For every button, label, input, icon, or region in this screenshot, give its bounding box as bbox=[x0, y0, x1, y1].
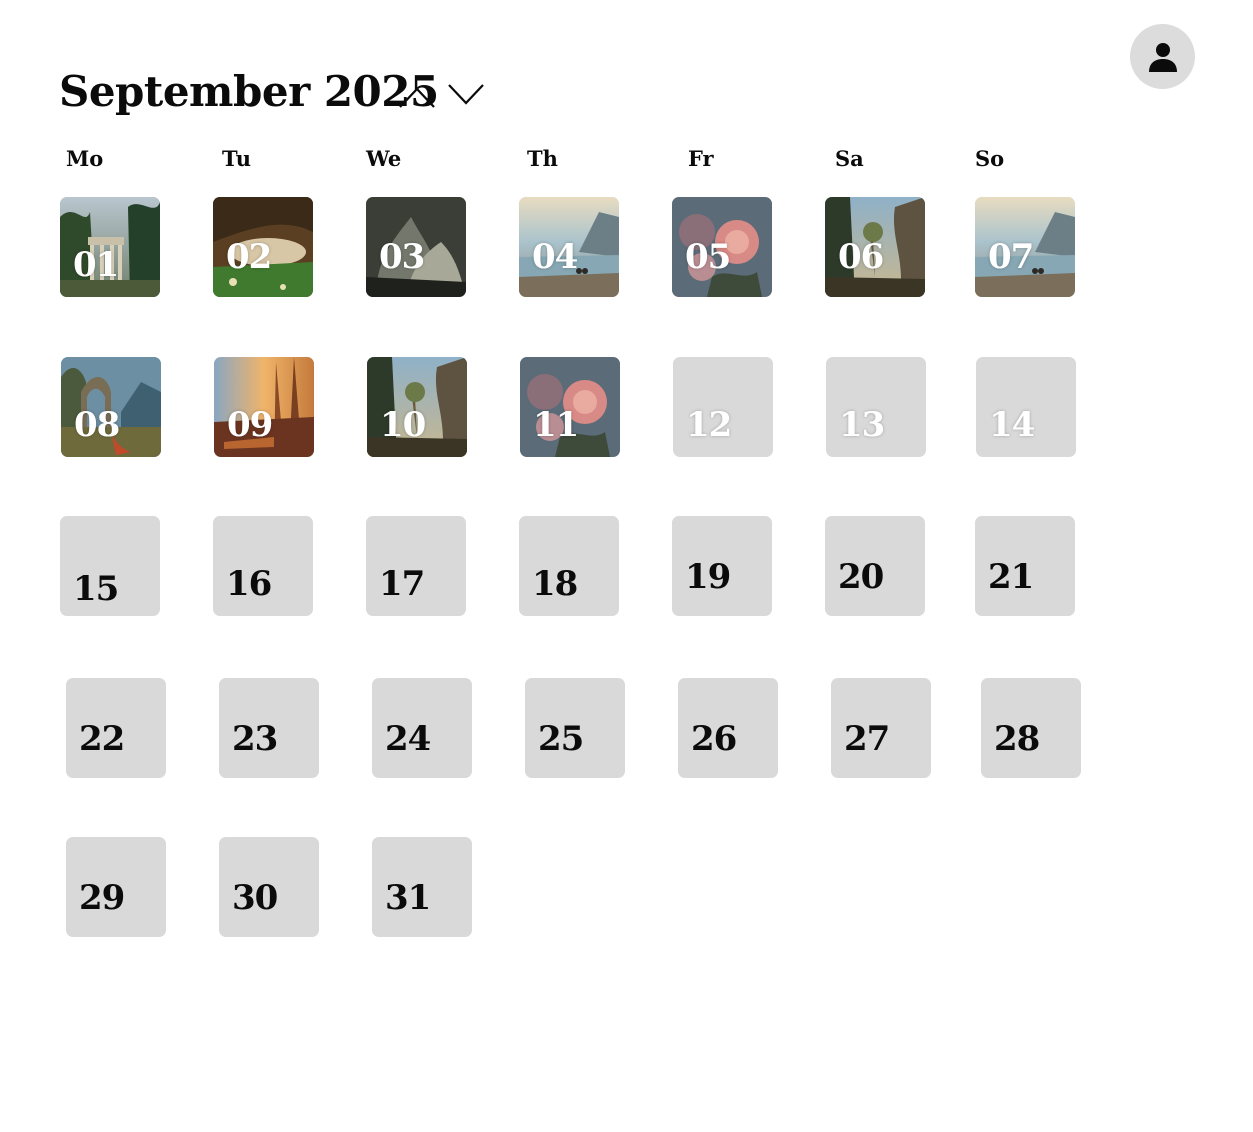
day-tile[interactable]: 31 bbox=[372, 837, 472, 937]
day-tile[interactable]: 07 bbox=[975, 197, 1075, 297]
day-tile[interactable]: 16 bbox=[213, 516, 313, 616]
day-number: 24 bbox=[385, 719, 431, 759]
day-tile[interactable]: 19 bbox=[672, 516, 772, 616]
day-number: 14 bbox=[989, 405, 1035, 445]
weekday-label: Mo bbox=[66, 146, 104, 171]
day-tile[interactable]: 28 bbox=[981, 678, 1081, 778]
day-number: 01 bbox=[73, 245, 119, 285]
day-number: 20 bbox=[838, 557, 884, 597]
day-number: 21 bbox=[988, 557, 1034, 597]
day-number: 04 bbox=[532, 237, 578, 277]
day-number: 31 bbox=[385, 878, 431, 918]
day-tile[interactable]: 23 bbox=[219, 678, 319, 778]
day-number: 16 bbox=[226, 564, 272, 604]
day-number: 08 bbox=[74, 405, 120, 445]
day-tile[interactable]: 26 bbox=[678, 678, 778, 778]
day-number: 09 bbox=[227, 405, 273, 445]
weekday-label: Fr bbox=[688, 146, 714, 171]
day-number: 11 bbox=[533, 405, 579, 445]
day-tile[interactable]: 21 bbox=[975, 516, 1075, 616]
page-title: September 2025 bbox=[59, 67, 439, 116]
day-tile[interactable]: 29 bbox=[66, 837, 166, 937]
day-tile[interactable]: 04 bbox=[519, 197, 619, 297]
day-number: 23 bbox=[232, 719, 278, 759]
day-number: 29 bbox=[79, 878, 125, 918]
user-icon bbox=[1148, 42, 1177, 72]
day-tile[interactable]: 24 bbox=[372, 678, 472, 778]
next-month-button[interactable] bbox=[446, 80, 486, 112]
day-tile[interactable]: 18 bbox=[519, 516, 619, 616]
day-tile[interactable]: 30 bbox=[219, 837, 319, 937]
day-tile[interactable]: 25 bbox=[525, 678, 625, 778]
day-number: 10 bbox=[380, 405, 426, 445]
chevron-up-icon bbox=[399, 87, 435, 108]
weekday-label: Tu bbox=[222, 146, 251, 171]
day-number: 22 bbox=[79, 719, 125, 759]
day-tile[interactable]: 22 bbox=[66, 678, 166, 778]
user-avatar-button[interactable] bbox=[1130, 24, 1195, 89]
day-tile[interactable]: 01 bbox=[60, 197, 160, 297]
day-number: 30 bbox=[232, 878, 278, 918]
day-number: 12 bbox=[686, 405, 732, 445]
weekday-label: Th bbox=[527, 146, 558, 171]
weekday-label: We bbox=[366, 146, 402, 171]
day-number: 05 bbox=[685, 237, 731, 277]
day-number: 26 bbox=[691, 719, 737, 759]
day-number: 03 bbox=[379, 237, 425, 277]
day-number: 18 bbox=[532, 564, 578, 604]
day-tile[interactable]: 02 bbox=[213, 197, 313, 297]
weekday-label: Sa bbox=[835, 146, 864, 171]
day-number: 28 bbox=[994, 719, 1040, 759]
day-number: 19 bbox=[685, 557, 731, 597]
day-number: 17 bbox=[379, 564, 425, 604]
day-tile[interactable]: 08 bbox=[61, 357, 161, 457]
weekday-label: So bbox=[975, 146, 1005, 171]
day-number: 25 bbox=[538, 719, 584, 759]
day-number: 06 bbox=[838, 237, 884, 277]
day-tile[interactable]: 14 bbox=[976, 357, 1076, 457]
day-tile[interactable]: 09 bbox=[214, 357, 314, 457]
day-tile[interactable]: 05 bbox=[672, 197, 772, 297]
day-tile[interactable]: 15 bbox=[60, 516, 160, 616]
day-number: 13 bbox=[839, 405, 885, 445]
day-number: 15 bbox=[73, 569, 119, 609]
previous-month-button[interactable] bbox=[397, 80, 437, 112]
chevron-down-icon bbox=[448, 84, 484, 105]
day-number: 27 bbox=[844, 719, 890, 759]
day-tile[interactable]: 10 bbox=[367, 357, 467, 457]
day-tile[interactable]: 03 bbox=[366, 197, 466, 297]
day-tile[interactable]: 11 bbox=[520, 357, 620, 457]
calendar-page: September 2025 Mo Tu We Th Fr Sa So 01 02 bbox=[0, 0, 1253, 1132]
day-tile[interactable]: 13 bbox=[826, 357, 926, 457]
day-tile[interactable]: 27 bbox=[831, 678, 931, 778]
day-tile[interactable]: 20 bbox=[825, 516, 925, 616]
day-number: 07 bbox=[988, 237, 1034, 277]
day-number: 02 bbox=[226, 237, 272, 277]
day-tile[interactable]: 12 bbox=[673, 357, 773, 457]
day-tile[interactable]: 06 bbox=[825, 197, 925, 297]
day-tile[interactable]: 17 bbox=[366, 516, 466, 616]
